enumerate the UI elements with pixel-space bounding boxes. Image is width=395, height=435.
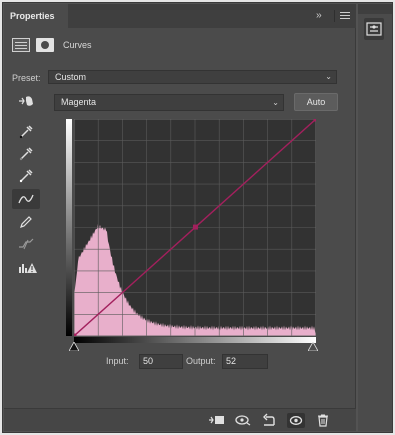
channel-select[interactable]: Magenta ⌄ (54, 94, 284, 111)
curve-control-point (71, 333, 77, 339)
adjustment-title: Curves (63, 40, 92, 50)
layer-mask-icon[interactable] (36, 38, 54, 52)
clipping-warning-icon[interactable] (12, 258, 40, 278)
properties-tab[interactable]: Properties (4, 4, 68, 28)
curves-adjustment-icon[interactable] (12, 38, 30, 52)
pencil-draw-icon[interactable] (12, 212, 40, 232)
tabbar-divider (334, 10, 335, 22)
output-label: Output: (186, 356, 216, 366)
on-image-adjust-icon[interactable] (16, 94, 36, 108)
preset-select[interactable]: Custom ⌄ (48, 70, 337, 84)
trash-icon[interactable] (314, 413, 332, 428)
output-field[interactable]: 52 (222, 354, 268, 369)
preset-label: Preset: (12, 73, 41, 83)
white-point-eyedropper-icon[interactable] (12, 166, 40, 186)
menu-icon[interactable] (340, 12, 350, 20)
input-label: Input: (106, 356, 129, 366)
view-previous-state-icon[interactable] (234, 413, 252, 428)
white-point-slider[interactable] (307, 341, 319, 353)
edit-points-curve-icon[interactable] (12, 189, 40, 209)
smooth-curve-icon[interactable] (12, 234, 40, 254)
auto-button[interactable]: Auto (294, 93, 338, 111)
panel-bottom-bar (4, 408, 356, 431)
curves-graph[interactable] (71, 116, 319, 339)
curve-canvas[interactable] (71, 116, 319, 339)
channel-value: Magenta (61, 97, 97, 107)
dock-header (358, 4, 392, 14)
reset-icon[interactable] (260, 413, 278, 428)
properties-panel-icon[interactable] (364, 18, 384, 40)
chevron-down-icon: ⌄ (325, 72, 332, 81)
output-gradient-bar (66, 119, 72, 336)
clip-to-layer-icon[interactable] (208, 413, 226, 428)
input-gradient-bar (74, 337, 316, 343)
properties-panel: Properties ›› Curves Preset: Custom ⌄ Ma… (4, 4, 356, 431)
black-point-eyedropper-icon[interactable] (12, 122, 40, 142)
gray-point-eyedropper-icon[interactable] (12, 144, 40, 164)
curve-control-point (313, 116, 319, 122)
properties-tab-label: Properties (10, 11, 55, 21)
chevron-down-icon: ⌄ (272, 98, 279, 107)
panel-tab-bar: Properties ›› (4, 4, 356, 28)
preset-value: Custom (55, 72, 87, 82)
visibility-eye-icon[interactable] (287, 413, 305, 428)
collapse-panel-icon[interactable]: ›› (316, 10, 322, 21)
adjustment-header: Curves (12, 36, 212, 54)
right-dock (358, 4, 392, 431)
curve-control-point (192, 224, 198, 230)
black-point-slider[interactable] (68, 341, 80, 353)
input-field[interactable]: 50 (139, 354, 183, 369)
